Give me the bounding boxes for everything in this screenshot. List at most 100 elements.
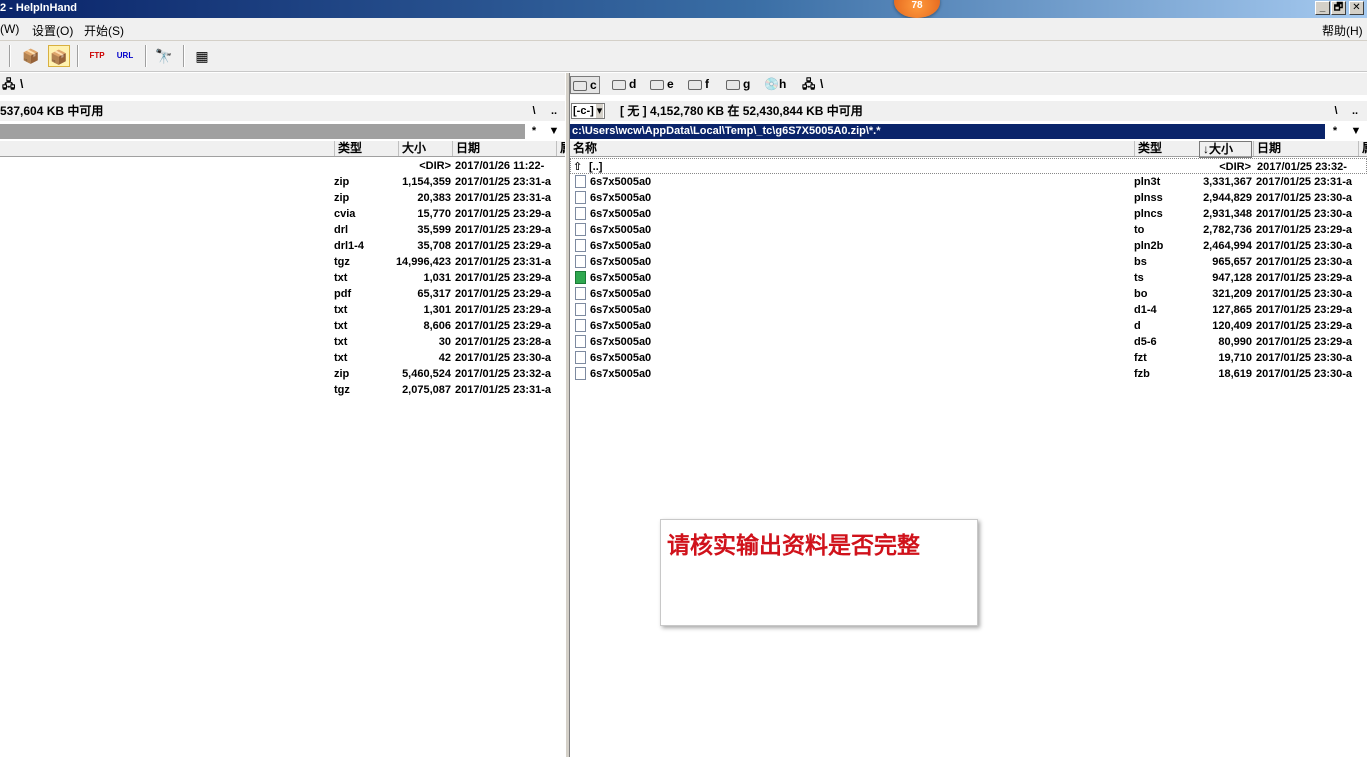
- table-row[interactable]: 6s7x5005a0 fzt 19,710 2017/01/25 23:30-a: [570, 350, 1367, 366]
- file-type: tgz: [334, 384, 350, 396]
- left-path-bar[interactable]: [0, 124, 525, 139]
- file-type: txt: [334, 336, 348, 348]
- left-dropdown-button[interactable]: ▼: [545, 122, 563, 140]
- left-header-size[interactable]: 大小: [398, 141, 452, 156]
- table-row[interactable]: txt 1,301 2017/01/25 23:29-a: [0, 302, 565, 318]
- file-size: 2,075,087: [402, 384, 451, 396]
- toolbar-separator: [9, 45, 11, 67]
- table-row[interactable]: 6s7x5005a0 plnss 2,944,829 2017/01/25 23:30…: [570, 190, 1367, 206]
- table-row[interactable]: 6s7x5005a0 d5-6 80,990 2017/01/25 23:29-a: [570, 334, 1367, 350]
- table-row[interactable]: zip 20,383 2017/01/25 23:31-a: [0, 190, 565, 206]
- menu-window[interactable]: (W): [0, 22, 19, 36]
- right-path-bar[interactable]: c:\Users\wcw\AppData\Local\Temp\_tc\g6S7…: [570, 124, 1325, 139]
- table-row[interactable]: 6s7x5005a0 bs 965,657 2017/01/25 23:30-a: [570, 254, 1367, 270]
- table-row[interactable]: pdf 65,317 2017/01/25 23:29-a: [0, 286, 565, 302]
- minimize-button[interactable]: _: [1315, 1, 1330, 15]
- left-root-path[interactable]: \: [20, 76, 23, 92]
- table-row[interactable]: tgz 2,075,087 2017/01/25 23:31-a: [0, 382, 565, 398]
- file-size: 2,944,829: [1203, 192, 1252, 204]
- menu-help[interactable]: 帮助(H): [1322, 22, 1363, 39]
- right-parent-button[interactable]: ..: [1346, 102, 1364, 120]
- table-row[interactable]: 6s7x5005a0 d 120,409 2017/01/25 23:29-a: [570, 318, 1367, 334]
- right-header-date[interactable]: 日期: [1253, 141, 1357, 156]
- file-size: 127,865: [1212, 304, 1252, 316]
- table-row[interactable]: 6s7x5005a0 plncs 2,931,348 2017/01/25 23:30…: [570, 206, 1367, 222]
- file-name: 6s7x5005a0: [590, 352, 652, 364]
- cd-drive-icon: 💿: [764, 77, 779, 91]
- file-date: 2017/01/25 23:30-a: [1256, 240, 1353, 252]
- right-root-button[interactable]: \: [1327, 102, 1345, 120]
- drive-label: h: [778, 77, 787, 91]
- file-type: bs: [1134, 256, 1147, 268]
- drive-e-button[interactable]: e: [650, 76, 674, 92]
- drive-f-button[interactable]: f: [688, 76, 709, 92]
- table-row[interactable]: txt 42 2017/01/25 23:30-a: [0, 350, 565, 366]
- menu-start[interactable]: 开始(S): [84, 22, 124, 39]
- drive-g-button[interactable]: g: [726, 76, 750, 92]
- table-row[interactable]: <DIR> 2017/01/26 11:22-: [0, 158, 565, 174]
- table-row[interactable]: txt 8,606 2017/01/25 23:29-a: [0, 318, 565, 334]
- drive-h-button[interactable]: 💿h: [764, 76, 786, 92]
- right-header-attr[interactable]: 属: [1358, 141, 1367, 156]
- file-icon: [575, 222, 590, 238]
- right-history-button[interactable]: *: [1326, 122, 1344, 140]
- table-row[interactable]: zip 5,460,524 2017/01/25 23:32-a: [0, 366, 565, 382]
- table-row[interactable]: 6s7x5005a0 pln2b 2,464,994 2017/01/25 23:30…: [570, 238, 1367, 254]
- right-header-type[interactable]: 类型: [1134, 141, 1196, 156]
- right-column-header: 名称 类型 ↓大小 日期 属: [570, 141, 1367, 158]
- menu-settings[interactable]: 设置(O): [32, 22, 73, 39]
- table-row[interactable]: 6s7x5005a0 d1-4 127,865 2017/01/25 23:29-a: [570, 302, 1367, 318]
- left-header-date[interactable]: 日期: [452, 141, 556, 156]
- drive-c-button[interactable]: c: [570, 76, 600, 94]
- right-dropdown-button[interactable]: ▼: [1347, 122, 1365, 140]
- file-type: drl: [334, 224, 349, 236]
- file-size: 2,782,736: [1203, 224, 1252, 236]
- file-date: 2017/01/25 23:29-a: [455, 272, 552, 284]
- ftp-connect-icon[interactable]: FTP: [86, 45, 108, 67]
- left-header-type[interactable]: 类型: [334, 141, 398, 156]
- network-drive-icon[interactable]: 🖧: [802, 76, 815, 92]
- drive-d-button[interactable]: d: [612, 76, 636, 92]
- right-header-size[interactable]: ↓大小: [1199, 141, 1252, 158]
- unpack-icon[interactable]: 📦: [48, 45, 70, 67]
- file-type: txt: [334, 272, 348, 284]
- left-parent-button[interactable]: ..: [545, 102, 563, 120]
- file-type: pdf: [334, 288, 352, 300]
- restore-button[interactable]: 🗗: [1331, 1, 1346, 15]
- right-drive-bar: c d e f g 💿h 🖧 \: [570, 73, 1367, 95]
- table-row[interactable]: 6s7x5005a0 bo 321,209 2017/01/25 23:30-a: [570, 286, 1367, 302]
- right-header-name[interactable]: 名称: [570, 141, 1128, 156]
- url-connect-icon[interactable]: URL: [114, 45, 136, 67]
- drive-select[interactable]: [-c-] ▾: [571, 103, 606, 119]
- table-row[interactable]: 6s7x5005a0 pln3t 3,331,367 2017/01/25 23:31…: [570, 174, 1367, 190]
- table-row[interactable]: drl1-4 35,708 2017/01/25 23:29-a: [0, 238, 565, 254]
- up-arrow-icon: ⇧: [573, 161, 583, 173]
- binoculars-icon[interactable]: 🔭: [153, 45, 175, 67]
- table-row[interactable]: drl 35,599 2017/01/25 23:29-a: [0, 222, 565, 238]
- table-row[interactable]: 6s7x5005a0 to 2,782,736 2017/01/25 23:29-a: [570, 222, 1367, 238]
- close-button[interactable]: ✕: [1349, 1, 1364, 15]
- table-row[interactable]: zip 1,154,359 2017/01/25 23:31-a: [0, 174, 565, 190]
- file-date: 2017/01/25 23:32-a: [455, 368, 552, 380]
- right-root-path[interactable]: \: [820, 76, 823, 92]
- file-type: ts: [1134, 272, 1144, 284]
- left-root-button[interactable]: \: [525, 102, 543, 120]
- file-date: 2017/01/25 23:29-a: [1256, 224, 1353, 236]
- toolbar-separator: [183, 45, 185, 67]
- pack-icon[interactable]: 📦: [20, 45, 42, 67]
- parent-dir-row[interactable]: ⇧ [..] <DIR> 2017/01/25 23:32-: [570, 158, 1367, 174]
- table-row[interactable]: tgz 14,996,423 2017/01/25 23:31-a: [0, 254, 565, 270]
- calculator-icon[interactable]: ▦: [191, 45, 213, 67]
- left-history-button[interactable]: *: [525, 122, 543, 140]
- table-row[interactable]: txt 1,031 2017/01/25 23:29-a: [0, 270, 565, 286]
- table-row[interactable]: 6s7x5005a0 fzb 18,619 2017/01/25 23:30-a: [570, 366, 1367, 382]
- file-type: pln2b: [1134, 240, 1164, 252]
- table-row[interactable]: 6s7x5005a0 ts 947,128 2017/01/25 23:29-a: [570, 270, 1367, 286]
- table-row[interactable]: txt 30 2017/01/25 23:28-a: [0, 334, 565, 350]
- file-date: 2017/01/25 23:29-a: [455, 240, 552, 252]
- network-drive-icon[interactable]: 🖧: [2, 76, 15, 92]
- table-row[interactable]: cvia 15,770 2017/01/25 23:29-a: [0, 206, 565, 222]
- file-name: 6s7x5005a0: [590, 368, 652, 380]
- file-name: 6s7x5005a0: [590, 320, 652, 332]
- notification-badge[interactable]: 78: [894, 0, 940, 18]
